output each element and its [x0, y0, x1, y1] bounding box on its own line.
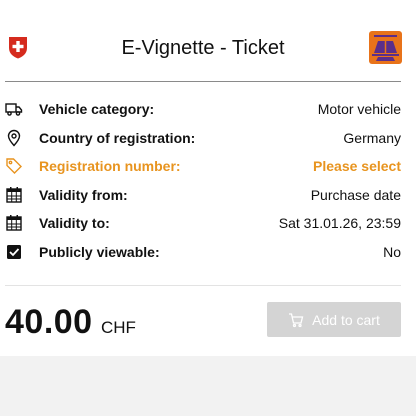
highway-sign-icon — [369, 31, 402, 64]
page-title: E-Vignette - Ticket — [121, 37, 285, 59]
row-registration-number[interactable]: Registration number: Please select — [0, 153, 416, 182]
row-label: Validity to: — [39, 215, 110, 232]
truck-icon — [5, 103, 23, 116]
row-label: Country of registration: — [39, 129, 196, 146]
tag-icon — [6, 158, 22, 175]
row-value: Sat 31.01.26, 23:59 — [278, 215, 401, 232]
row-value: Purchase date — [310, 186, 401, 203]
price-currency: CHF — [101, 318, 136, 337]
registration-select-link[interactable]: Please select — [313, 158, 401, 174]
card-header: E-Vignette - Ticket — [5, 0, 402, 82]
divider — [5, 285, 401, 286]
add-to-cart-button[interactable]: Add to cart — [267, 302, 401, 337]
row-label: Validity from: — [39, 186, 128, 203]
row-value: No — [383, 243, 401, 260]
price-amount: 40.00 — [5, 303, 93, 341]
cart-icon — [289, 312, 304, 327]
checkbox-checked-icon — [7, 244, 21, 259]
row-value: Germany — [343, 129, 401, 146]
vignette-card: E-Vignette - Ticket Vehicle category: Mo… — [0, 0, 416, 356]
calendar-icon — [6, 186, 22, 203]
row-value: Motor vehicle — [317, 101, 401, 117]
row-label: Vehicle category: — [39, 101, 155, 117]
row-label: Publicly viewable: — [39, 243, 160, 260]
row-validity-from: Validity from: Purchase date — [0, 182, 416, 211]
row-label: Registration number: — [39, 158, 181, 175]
row-country: Country of registration: Germany — [0, 125, 416, 154]
row-vehicle-category: Vehicle category: Motor vehicle — [0, 96, 416, 125]
location-pin-icon — [7, 129, 21, 147]
add-to-cart-label: Add to cart — [312, 311, 380, 328]
calendar-icon — [6, 215, 22, 232]
row-validity-to: Validity to: Sat 31.01.26, 23:59 — [0, 210, 416, 239]
ticket-details: Vehicle category: Motor vehicle Country … — [0, 96, 416, 268]
row-publicly-viewable: Publicly viewable: No — [0, 239, 416, 268]
